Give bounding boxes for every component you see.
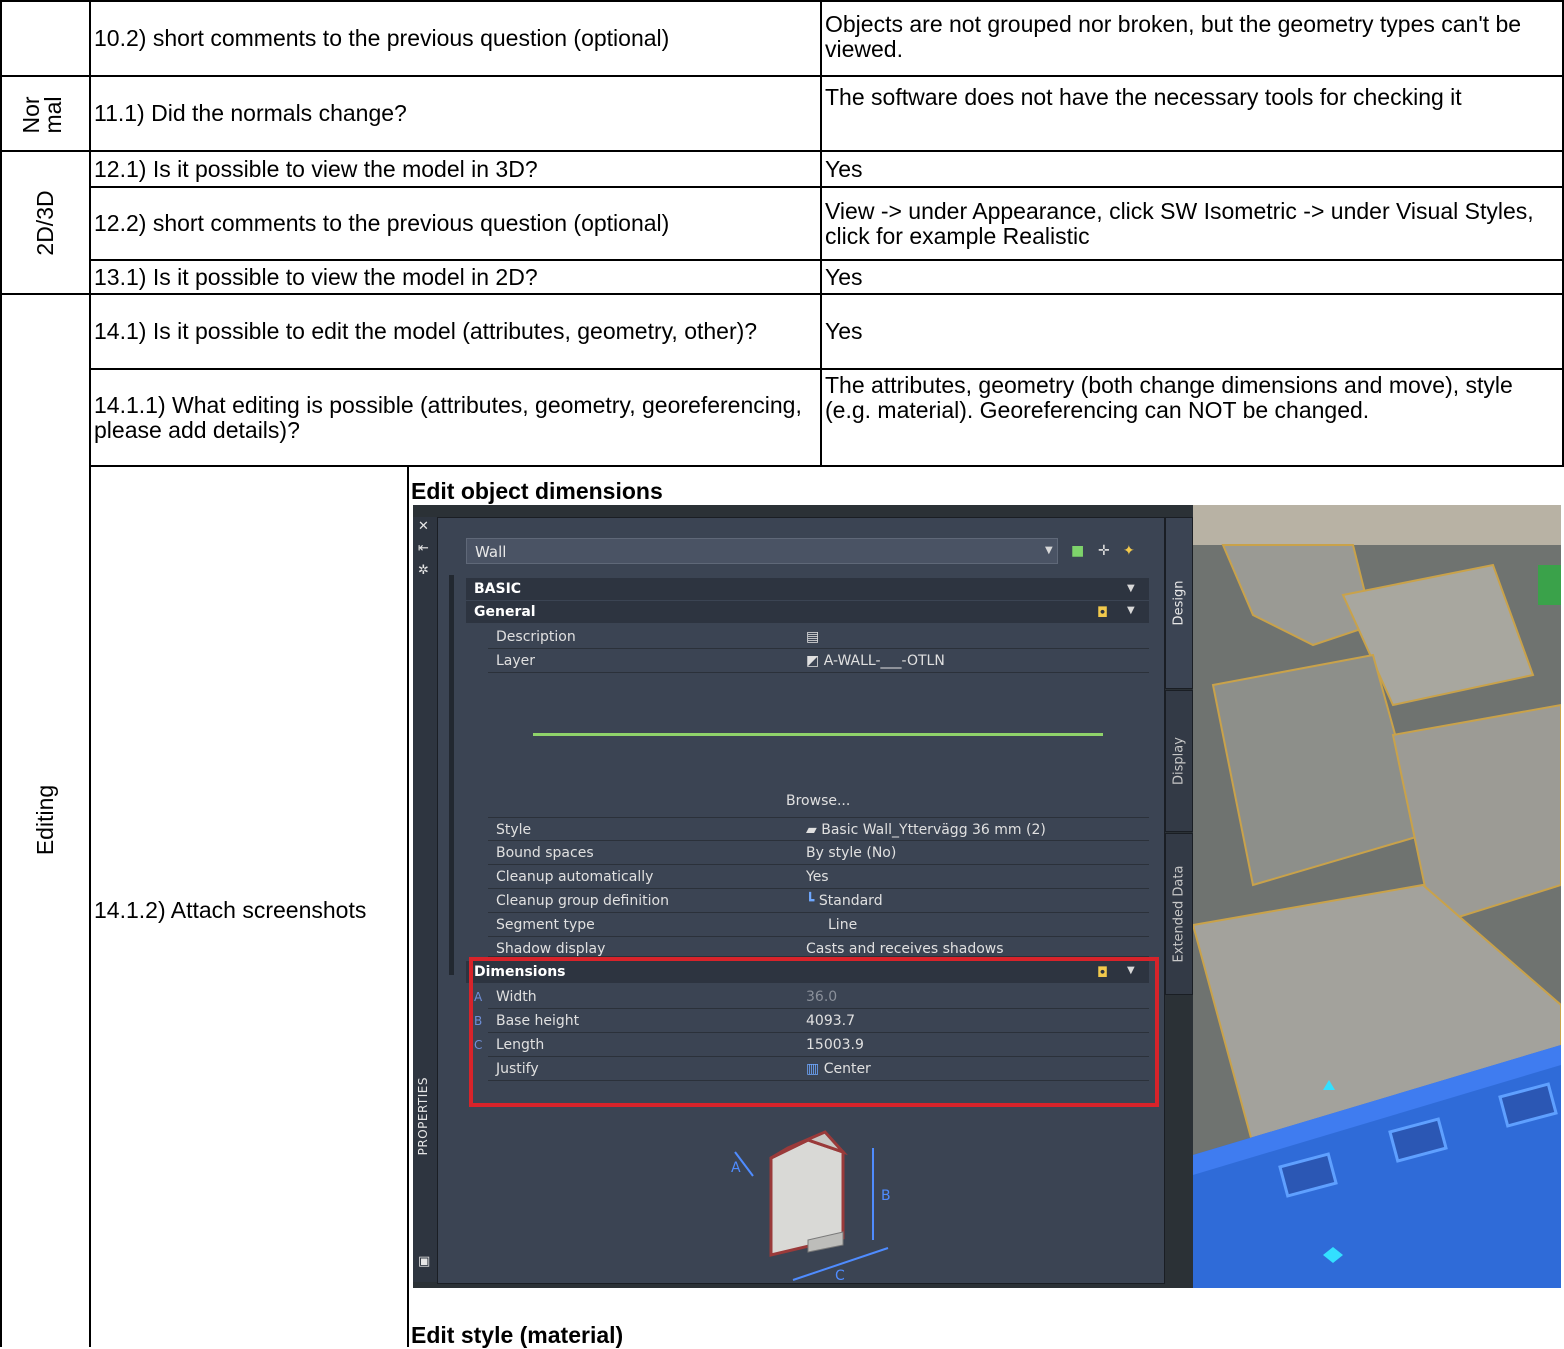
panel-scrollbar[interactable] xyxy=(449,575,454,975)
palette-menu-icon[interactable]: ▣ xyxy=(418,1254,430,1269)
tab-extended-data-label: Extended Data xyxy=(1171,865,1187,963)
select-objects-icon[interactable]: ■ xyxy=(1071,543,1084,559)
collapse-arrow-icon[interactable]: ▼ xyxy=(1127,583,1135,594)
description-icon[interactable]: ▤ xyxy=(806,625,819,649)
diagram-label-b: B xyxy=(881,1188,891,1204)
layer-text: A-WALL-___-OTLN xyxy=(823,653,945,669)
property-value[interactable]: Basic Wall_Yttervägg 36 mm (2) xyxy=(821,822,1046,838)
tab-extended-data[interactable]: Extended Data xyxy=(1165,833,1193,995)
diagram-label-a: A xyxy=(731,1160,741,1176)
tab-design-label: Design xyxy=(1171,580,1187,626)
property-value[interactable]: By style (No) xyxy=(806,841,896,865)
wall-dimension-diagram: B A C xyxy=(731,1130,891,1284)
property-value[interactable]: Line xyxy=(828,913,857,937)
answer-12-2: View -> under Appearance, click SW Isome… xyxy=(825,197,1534,249)
category-normal-label: Nor mal xyxy=(18,96,66,134)
property-row[interactable]: Shadow display Casts and receives shadow… xyxy=(488,937,1149,957)
category-editing-label: Editing xyxy=(32,784,58,856)
tab-display[interactable]: Display xyxy=(1165,690,1193,832)
row-divider xyxy=(89,465,1564,467)
question-12-2: 12.2) short comments to the previous que… xyxy=(94,210,670,236)
table-border-left xyxy=(0,0,2,1347)
caption-edit-style: Edit style (material) xyxy=(411,1322,624,1348)
answer-12-1: Yes xyxy=(825,155,863,182)
dropdown-arrow-icon[interactable]: ▼ xyxy=(1045,545,1053,556)
palette-title: PROPERTIES xyxy=(416,1077,430,1156)
basic-section-header[interactable]: BASIC xyxy=(466,578,1149,600)
lightbulb-icon[interactable]: ◘ xyxy=(1097,605,1108,621)
category-2d3d-label: 2D/3D xyxy=(32,190,58,256)
pick-add-icon[interactable]: ✛ xyxy=(1098,543,1110,559)
property-row[interactable]: Bound spaces By style (No) xyxy=(488,841,1149,865)
property-key: Segment type xyxy=(496,917,595,933)
category-normal-cell: Nor mal xyxy=(2,77,89,150)
property-row[interactable]: Description ▤ xyxy=(488,625,1149,649)
property-key: Layer xyxy=(496,653,536,669)
question-14-1-2: 14.1.2) Attach screenshots xyxy=(94,896,367,923)
layer-icon: ◩ xyxy=(806,653,824,669)
property-row[interactable]: Style ▰ Basic Wall_Yttervägg 36 mm (2) xyxy=(488,817,1149,841)
diagram-label-c: C xyxy=(835,1268,845,1284)
close-icon[interactable]: ✕ xyxy=(418,519,429,534)
property-key: Bound spaces xyxy=(496,845,594,861)
property-value[interactable]: Yes xyxy=(806,865,829,889)
column-divider xyxy=(407,466,409,1347)
wall-preview-line xyxy=(533,733,1103,736)
3d-model-viewport xyxy=(1193,505,1561,1288)
question-14-1-1: 14.1.1) What editing is possible (attrib… xyxy=(94,391,802,443)
general-label: General xyxy=(474,604,536,620)
answer-13-1: Yes xyxy=(825,263,863,290)
property-key: Style xyxy=(496,822,532,838)
style-icon: ▰ xyxy=(806,822,822,838)
answer-11-1: The software does not have the necessary… xyxy=(825,84,1462,110)
property-key: Cleanup group definition xyxy=(496,893,669,909)
cleanup-group-icon: ┗ xyxy=(806,893,819,909)
dimensions-highlight-box xyxy=(469,957,1159,1107)
object-type-select[interactable]: Wall xyxy=(466,538,1058,564)
browse-link[interactable]: Browse... xyxy=(786,793,850,809)
property-value[interactable]: Standard xyxy=(819,893,883,909)
tab-design[interactable]: Design xyxy=(1165,517,1193,689)
basic-label: BASIC xyxy=(474,581,522,597)
property-row[interactable]: Cleanup group definition ┗ Standard xyxy=(488,889,1149,913)
general-section-header[interactable]: General xyxy=(466,601,1149,623)
property-key: Shadow display xyxy=(496,941,606,957)
property-row[interactable]: Layer ◩ A-WALL-___-OTLN xyxy=(488,649,1149,673)
palette-tool-strip: ✕ ⇤ ✲ PROPERTIES ▣ xyxy=(413,517,437,1282)
quick-select-icon[interactable]: ✦ xyxy=(1123,543,1135,559)
property-row[interactable]: Cleanup automatically Yes xyxy=(488,865,1149,889)
answer-14-1-1: The attributes, geometry (both change di… xyxy=(825,372,1513,423)
question-12-1: 12.1) Is it possible to view the model i… xyxy=(94,155,538,182)
property-row[interactable]: Segment type Line xyxy=(488,913,1149,937)
property-value[interactable]: Casts and receives shadows xyxy=(806,937,1004,956)
question-14-1: 14.1) Is it possible to edit the model (… xyxy=(94,318,758,344)
answer-14-1: Yes xyxy=(825,318,863,344)
layer-value[interactable]: ◩ A-WALL-___-OTLN xyxy=(806,649,945,673)
properties-screenshot: ✕ ⇤ ✲ PROPERTIES ▣ Wall ▼ ■ ✛ ✦ BASIC Ge… xyxy=(413,505,1561,1288)
tab-display-label: Display xyxy=(1171,737,1187,785)
answer-10-2: Objects are not grouped nor broken, but … xyxy=(825,11,1522,62)
autohide-icon[interactable]: ⇤ xyxy=(418,541,429,556)
question-11-1: 11.1) Did the normals change? xyxy=(94,100,407,126)
caption-edit-dimensions: Edit object dimensions xyxy=(411,478,663,504)
question-13-1: 13.1) Is it possible to view the model i… xyxy=(94,263,538,290)
property-key: Cleanup automatically xyxy=(496,869,654,885)
settings-icon[interactable]: ✲ xyxy=(418,563,429,578)
property-key: Description xyxy=(496,629,576,645)
collapse-arrow-icon[interactable]: ▼ xyxy=(1127,605,1135,616)
question-10-2: 10.2) short comments to the previous que… xyxy=(94,25,670,51)
